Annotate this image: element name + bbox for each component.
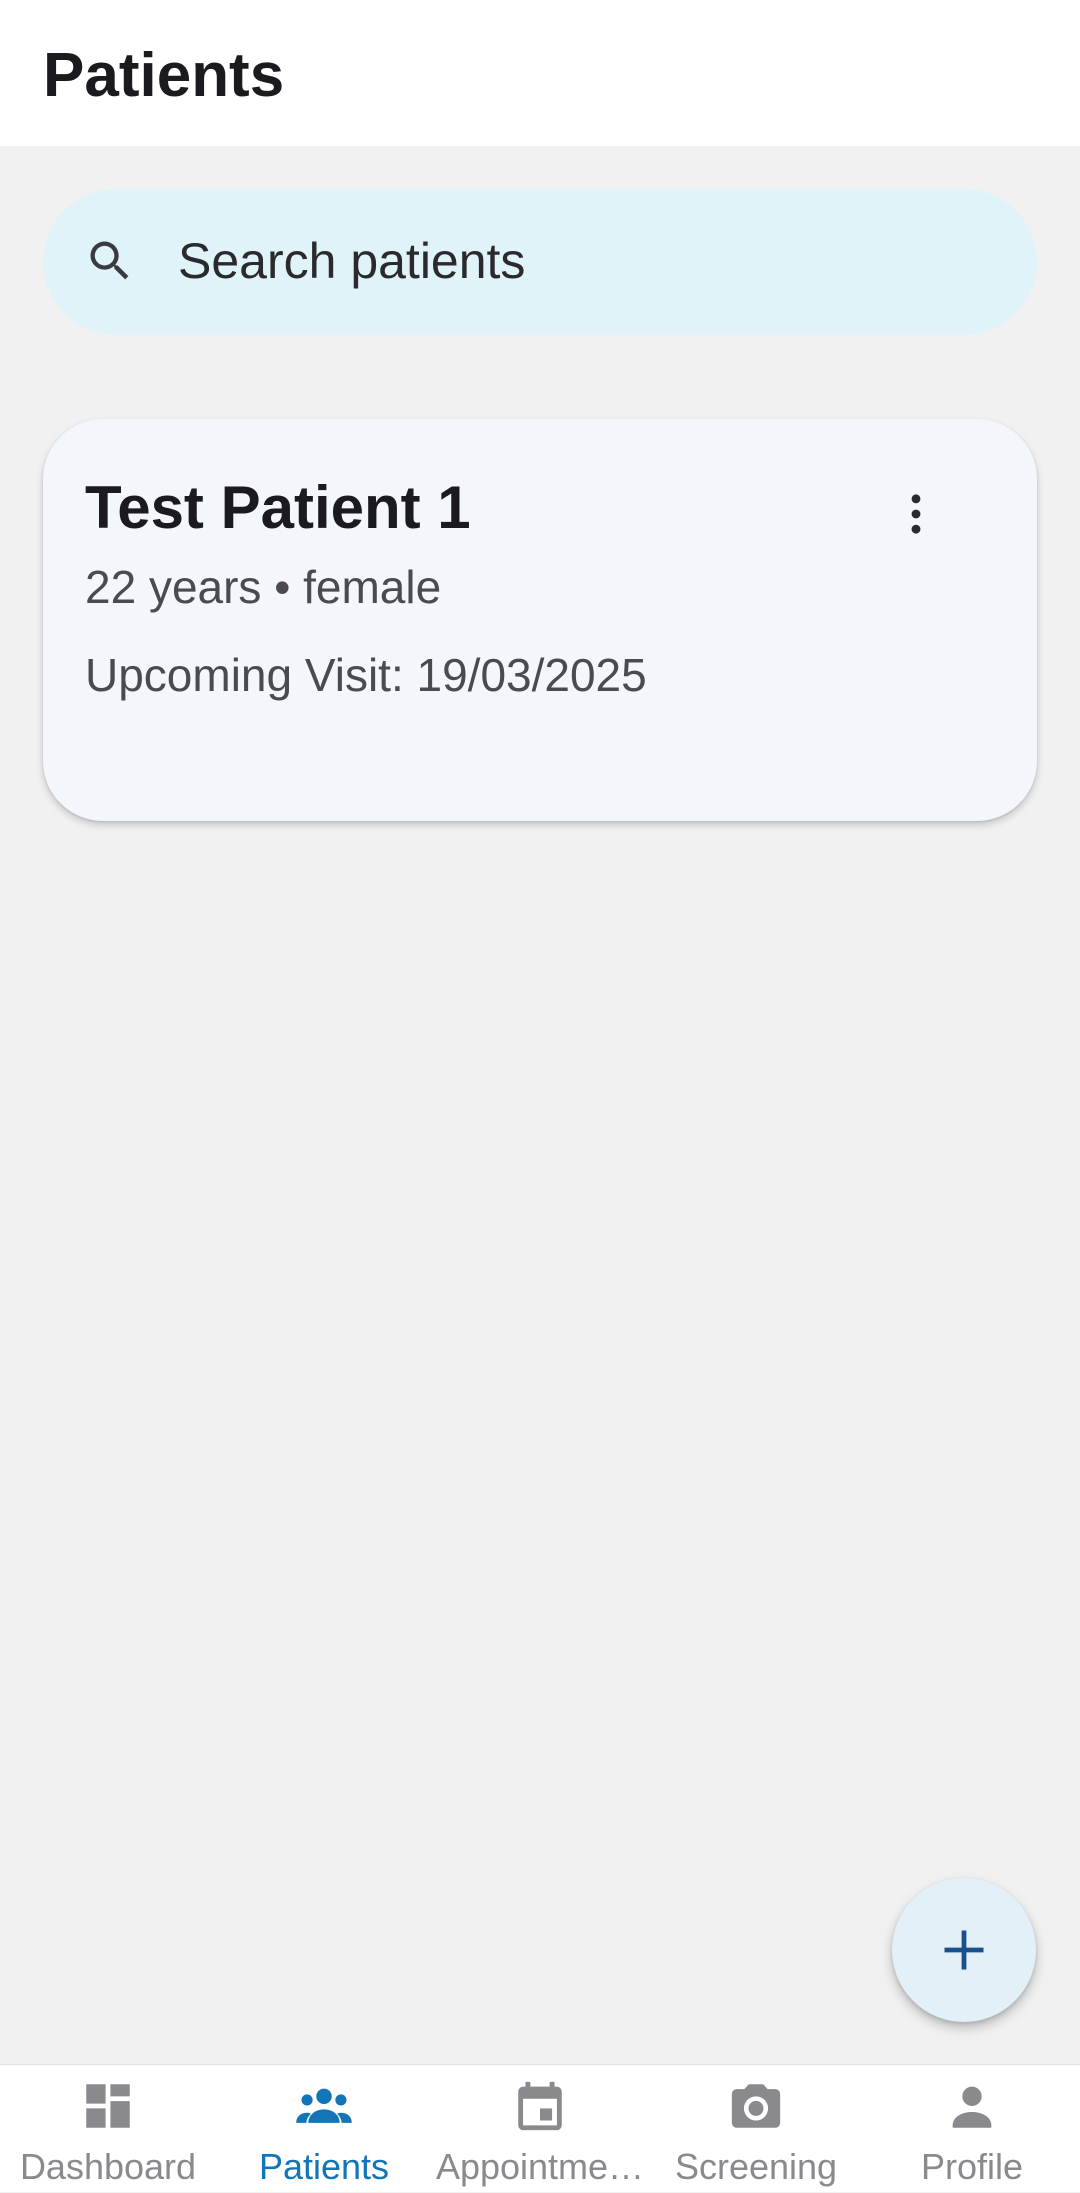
- add-patient-button[interactable]: [892, 1878, 1036, 2022]
- person-icon: [952, 2086, 992, 2128]
- nav-item-profile[interactable]: Profile: [864, 2065, 1080, 2193]
- bottom-navigation: Dashboard Patients Appointme… Screening: [0, 2064, 1080, 2192]
- calendar-icon: [518, 2081, 562, 2131]
- search-icon: [90, 241, 129, 280]
- nav-item-patients[interactable]: Patients: [216, 2065, 432, 2193]
- more-vert-icon: [911, 494, 921, 534]
- nav-label-screening: Screening: [674, 2146, 838, 2187]
- nav-item-screening[interactable]: Screening: [648, 2065, 864, 2193]
- app-bar: Patients: [0, 0, 1080, 146]
- search-input[interactable]: [178, 225, 978, 297]
- add-icon: [944, 1930, 984, 1970]
- nav-label-appointments: Appointme…: [435, 2146, 645, 2187]
- patient-name: Test Patient 1: [85, 474, 471, 541]
- patient-upcoming-visit: Upcoming Visit: 19/03/2025: [85, 649, 647, 701]
- nav-label-dashboard: Dashboard: [19, 2146, 197, 2187]
- people-icon: [296, 2088, 352, 2123]
- patient-age-gender: 22 years • female: [85, 561, 442, 613]
- page-title: Patients: [43, 41, 285, 110]
- patient-card[interactable]: Test Patient 1 22 years • female Upcomin…: [43, 419, 1037, 821]
- nav-label-profile: Profile: [920, 2146, 1024, 2187]
- patient-more-button[interactable]: [881, 479, 951, 549]
- nav-item-appointments[interactable]: Appointme…: [432, 2065, 648, 2193]
- dashboard-icon: [86, 2084, 130, 2128]
- nav-item-dashboard[interactable]: Dashboard: [0, 2065, 216, 2193]
- nav-label-patients: Patients: [258, 2146, 390, 2187]
- camera-icon: [731, 2084, 781, 2128]
